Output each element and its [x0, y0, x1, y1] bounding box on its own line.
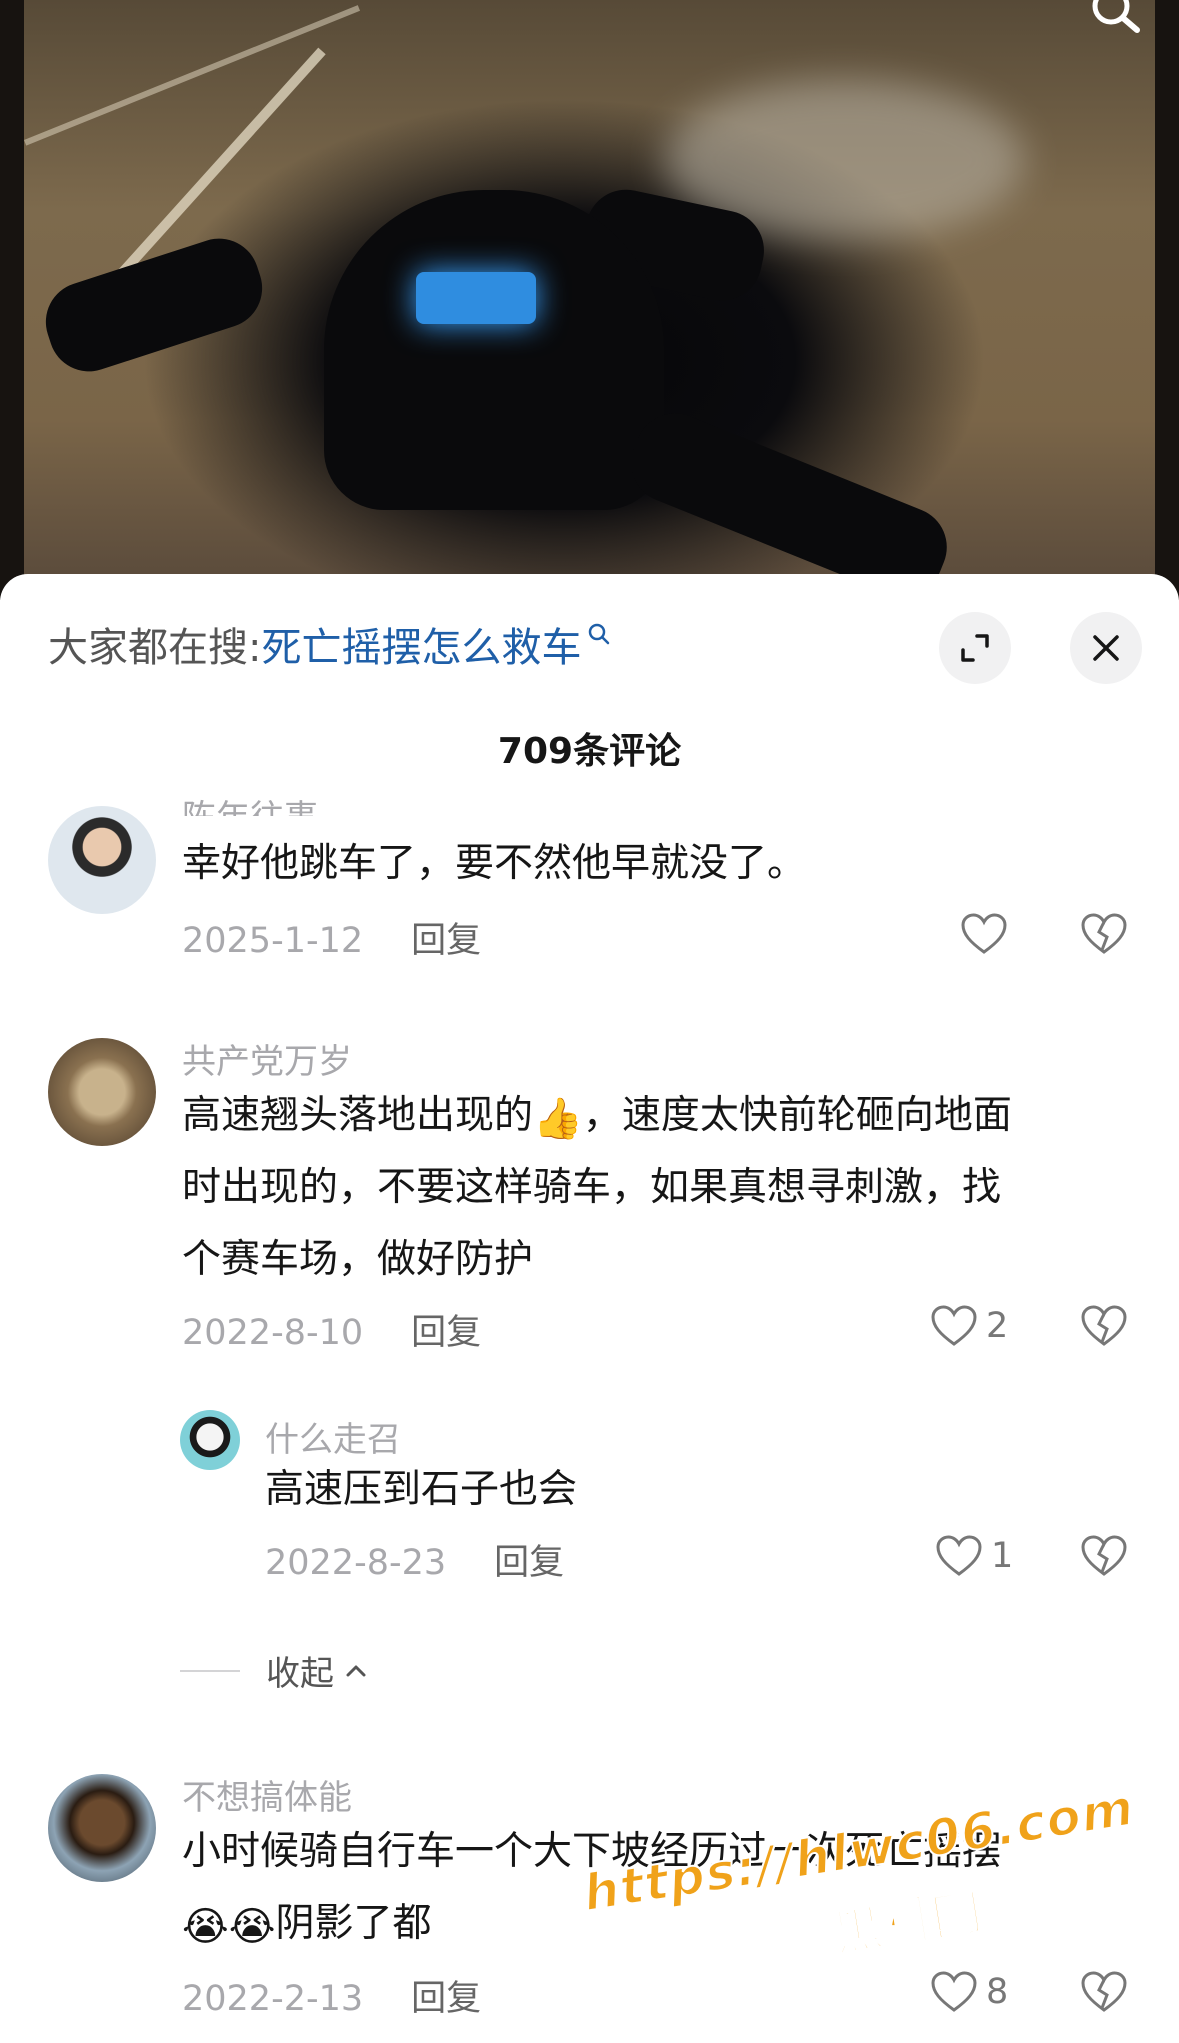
comment-meta: 2022-2-13 回复	[182, 1970, 481, 2020]
comment-meta: 2025-1-12 回复	[182, 912, 481, 963]
road-edge-line	[24, 5, 361, 146]
dislike-button[interactable]	[1080, 1534, 1128, 1582]
chevron-up-icon	[346, 1665, 366, 1676]
handlebar	[619, 401, 959, 600]
reply-button[interactable]: 回复	[494, 1543, 564, 1583]
avatar[interactable]	[48, 1774, 156, 1882]
like-button[interactable]: 1	[935, 1534, 1013, 1578]
comment-meta: 2022-8-10 回复	[182, 1304, 481, 1355]
close-icon	[1093, 635, 1119, 661]
comment-date: 2022-2-13	[182, 1979, 364, 2019]
divider	[180, 1669, 240, 1672]
reply-button[interactable]: 回复	[411, 1979, 481, 2019]
dislike-button[interactable]	[1080, 1304, 1128, 1352]
comment-item: 不想搞体能 小时候骑自行车一个大下坡经历过一次死亡摇摆 😭😭阴影了都 2022-…	[0, 1770, 1179, 2020]
avatar[interactable]	[48, 1038, 156, 1146]
crying-emoji: 😭😭	[182, 1904, 276, 1950]
broken-heart-icon	[1081, 913, 1127, 954]
comment-text-part: ，速度太快前轮砸向地面	[582, 1093, 1012, 1138]
reply-date: 2022-8-23	[265, 1543, 447, 1583]
like-count: 8	[986, 1972, 1009, 2012]
comment-username[interactable]: 陈年往事	[182, 796, 318, 816]
like-button[interactable]: 2	[930, 1304, 1008, 1348]
comment-username[interactable]: 不想搞体能	[182, 1770, 352, 1819]
like-count: 2	[986, 1306, 1009, 1346]
comment-text-line: 😭😭阴影了都	[182, 1888, 432, 1960]
reply-meta: 2022-8-23 回复	[265, 1534, 564, 1585]
trending-search-prefix: 大家都在搜:	[48, 625, 262, 671]
close-button[interactable]	[1070, 612, 1142, 684]
avatar[interactable]	[48, 806, 156, 914]
expand-icon	[961, 634, 989, 662]
like-count: 1	[991, 1536, 1014, 1576]
comment-item: 共产党万岁 高速翘头落地出现的👍，速度太快前轮砸向地面 时出现的，不要这样骑车，…	[0, 1034, 1179, 1634]
comment-text-line: 小时候骑自行车一个大下坡经历过一次死亡摇摆	[182, 1829, 1002, 1874]
heart-icon	[936, 1535, 982, 1576]
comment-text: 幸好他跳车了，要不然他早就没了。	[182, 841, 807, 886]
reply-text: 高速压到石子也会	[265, 1467, 578, 1512]
comment-text-part: 高速翘头落地出现的	[182, 1093, 534, 1138]
trending-search-bar[interactable]: 大家都在搜: 死亡摇摆怎么救车	[48, 614, 611, 674]
reply-button[interactable]: 回复	[411, 921, 481, 961]
comment-username[interactable]: 共产党万岁	[182, 1034, 352, 1083]
comment-sheet: 大家都在搜: 死亡摇摆怎么救车 709条评论 陈年往事 幸好他跳车了，要不然他早…	[0, 574, 1179, 2020]
thumbs-up-emoji: 👍	[533, 1096, 583, 1142]
like-button[interactable]	[960, 912, 1008, 956]
comment-date: 2025-1-12	[182, 921, 364, 961]
comment-item: 陈年往事 幸好他跳车了，要不然他早就没了。 2025-1-12 回复	[0, 798, 1179, 1002]
dashboard-display	[416, 272, 536, 324]
video-frame	[24, 0, 1155, 600]
comment-text-line: 高速翘头落地出现的👍，速度太快前轮砸向地面	[182, 1080, 1012, 1152]
trending-search-query[interactable]: 死亡摇摆怎么救车	[261, 615, 581, 673]
heart-icon	[931, 1971, 977, 2012]
comment-date: 2022-8-10	[182, 1313, 364, 1353]
heart-icon	[931, 1305, 977, 1346]
collapse-replies-button[interactable]: 收起	[180, 1646, 370, 1695]
heart-icon	[961, 913, 1007, 954]
search-icon[interactable]	[1087, 0, 1145, 40]
comment-text-line: 个赛车场，做好防护	[182, 1237, 534, 1282]
broken-heart-icon	[1081, 1305, 1127, 1346]
broken-heart-icon	[1081, 1971, 1127, 2012]
dislike-button[interactable]	[1080, 1970, 1128, 2018]
comments-count-title: 709条评论	[497, 731, 682, 772]
dislike-button[interactable]	[1080, 912, 1128, 960]
comment-text-part: 阴影了都	[275, 1901, 432, 1946]
expand-button[interactable]	[939, 612, 1011, 684]
broken-heart-icon	[1081, 1535, 1127, 1576]
search-icon[interactable]	[587, 622, 611, 646]
comment-text-line: 时出现的，不要这样骑车，如果真想寻刺激，找	[182, 1165, 1002, 1210]
collapse-label: 收起	[266, 1654, 334, 1694]
reply-button[interactable]: 回复	[411, 1313, 481, 1353]
reply-avatar[interactable]	[180, 1410, 240, 1470]
video-player[interactable]	[0, 0, 1179, 600]
left-mirror	[35, 228, 273, 382]
like-button[interactable]: 8	[930, 1970, 1008, 2014]
motorcycle-body	[324, 190, 664, 510]
